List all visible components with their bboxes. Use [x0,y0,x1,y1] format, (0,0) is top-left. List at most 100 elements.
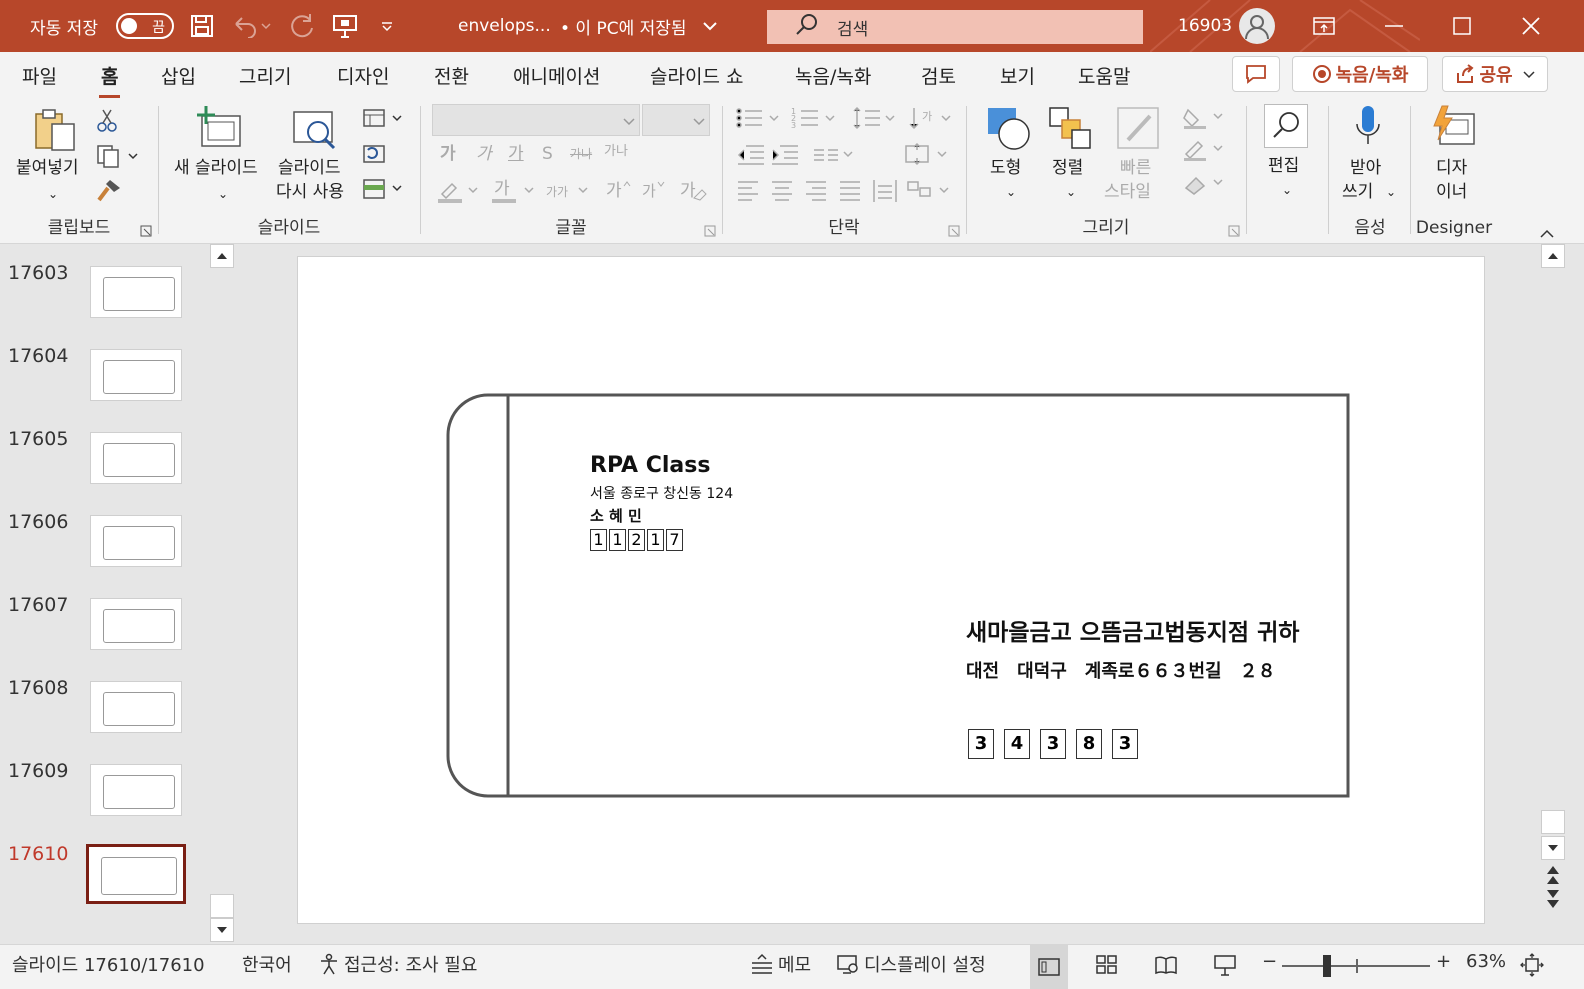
zoom-level[interactable]: 63% [1466,951,1506,972]
tab-slideshow[interactable]: 슬라이드 쇼 [650,62,743,89]
shape-outline-icon[interactable] [1182,138,1226,166]
sender-address[interactable]: 서울 종로구 창신동 124 [590,483,733,503]
sender-zip[interactable]: 1 1 2 1 7 [590,529,683,551]
reading-view-icon[interactable] [1155,955,1177,980]
increase-indent-icon[interactable] [770,142,800,170]
columns-icon[interactable] [812,144,856,170]
chevron-down-icon[interactable] [702,0,718,52]
arrange-button[interactable]: 정렬 [1052,156,1083,180]
chevron-down-icon[interactable]: ⌄ [1282,178,1292,202]
dialog-launcher-icon[interactable] [1228,222,1240,241]
new-slide-button[interactable]: 새 슬라이드 [174,156,258,180]
close-icon[interactable] [1497,0,1565,52]
collapse-ribbon-icon[interactable] [1540,224,1554,243]
dictate-label-1[interactable]: 받아 [1350,156,1381,180]
font-name-select[interactable] [432,104,640,136]
next-slide-icon[interactable] [1545,888,1561,914]
chevron-down-icon[interactable]: ⌄ [1006,180,1016,204]
tab-file[interactable]: 파일 [22,62,57,89]
avatar[interactable] [1238,0,1276,52]
justify-icon[interactable] [838,178,862,206]
tab-review[interactable]: 검토 [921,62,956,89]
sender-person[interactable]: 소 혜 민 [590,505,642,526]
present-icon[interactable] [332,0,358,52]
tab-animations[interactable]: 애니메이션 [513,62,600,89]
text-direction-icon[interactable]: 가 [908,104,952,136]
chevron-down-icon[interactable]: ⌄ [48,182,58,206]
undo-icon[interactable] [232,0,272,52]
sender-name[interactable]: RPA Class [590,453,710,478]
slide-thumbnail[interactable] [90,681,182,733]
char-spacing-button[interactable]: 가나 [604,140,628,164]
slide-thumbnail[interactable] [90,515,182,567]
scroll-up-icon[interactable] [210,244,234,268]
find-icon[interactable] [1264,104,1308,148]
reuse-slides-label-2[interactable]: 다시 사용 [276,180,344,204]
autosave-toggle[interactable]: 끔 [116,13,174,39]
normal-view-icon[interactable] [1030,945,1068,989]
share-button[interactable]: 공유 [1442,56,1548,92]
recipient-address[interactable]: 대전 대덕구 계족로６６３번길 ２８ [966,657,1276,683]
copy-icon[interactable] [96,144,140,172]
zoom-in-button[interactable]: + [1436,951,1451,972]
scroll-thumb[interactable] [210,894,234,918]
font-color-icon[interactable]: 가 [490,178,536,208]
tab-insert[interactable]: 삽입 [161,62,196,89]
shapes-icon[interactable] [986,106,1032,156]
chevron-down-icon[interactable]: ⌄ [218,182,228,206]
layout-icon[interactable] [362,108,404,134]
format-painter-icon[interactable] [96,178,122,206]
accessibility-button[interactable]: 접근성: 조사 필요 [318,951,477,977]
paste-button[interactable]: 붙여넣기 [16,156,79,180]
ribbon-display-icon[interactable] [1290,0,1358,52]
tab-help[interactable]: 도움말 [1078,62,1130,89]
dialog-launcher-icon[interactable] [704,222,716,241]
paste-icon[interactable] [32,108,78,156]
recipient-name[interactable]: 새마을금고 으뜸금고법동지점 귀하 [966,613,1299,647]
strikethrough-button[interactable]: 가나 [570,142,592,166]
slide-count[interactable]: 슬라이드 17610/17610 [12,951,205,977]
record-button[interactable]: 녹음/녹화 [1292,56,1428,92]
minimize-icon[interactable] [1360,0,1428,52]
shape-effects-icon[interactable] [1182,172,1226,200]
save-icon[interactable] [190,0,214,52]
change-case-icon[interactable]: 가가 [544,180,590,206]
highlight-icon[interactable] [436,178,480,208]
slide-canvas[interactable]: RPA Class 서울 종로구 창신동 124 소 혜 민 1 1 2 1 7… [297,256,1485,924]
scroll-down-icon[interactable] [210,918,234,942]
reuse-slides-icon[interactable] [292,108,340,156]
quick-styles-label-1[interactable]: 빠른 [1120,156,1151,180]
numbering-icon[interactable]: 123 [790,104,838,136]
dialog-launcher-icon[interactable] [140,222,152,241]
file-name[interactable]: envelops... [458,0,551,52]
align-text-icon[interactable] [904,142,950,170]
slideshow-view-icon[interactable] [1214,955,1236,982]
display-settings-button[interactable]: 디스플레이 설정 [836,951,986,977]
slide-thumbnail[interactable] [90,598,182,650]
search-box[interactable]: 검색 [767,10,1143,44]
shadow-button[interactable]: S [542,142,553,166]
designer-icon[interactable] [1430,104,1478,154]
smartart-icon[interactable] [906,178,952,206]
microphone-icon[interactable] [1354,104,1382,154]
dictate-label-2[interactable]: 쓰기 [1342,180,1373,204]
save-status[interactable]: • 이 PC에 저장됨 [560,0,687,52]
slide-sorter-icon[interactable] [1096,955,1118,980]
dialog-launcher-icon[interactable] [948,222,960,241]
tab-record[interactable]: 녹음/녹화 [795,62,871,89]
slide-thumbnail[interactable] [90,764,182,816]
slide-thumbnail[interactable] [90,432,182,484]
zoom-out-button[interactable]: − [1262,951,1277,972]
chevron-down-icon[interactable]: ⌄ [1386,180,1396,204]
shapes-button[interactable]: 도형 [990,156,1021,180]
tab-view[interactable]: 보기 [1000,62,1035,89]
clear-format-icon[interactable]: 가 [678,178,708,208]
distribute-icon[interactable] [872,178,898,206]
quick-styles-label-2[interactable]: 스타일 [1104,180,1151,204]
redo-icon[interactable] [288,0,316,52]
scroll-up-icon[interactable] [1541,244,1565,268]
align-right-icon[interactable] [804,178,828,206]
tab-transitions[interactable]: 전환 [434,62,469,89]
arrange-icon[interactable] [1048,106,1092,154]
shape-fill-icon[interactable] [1182,106,1226,134]
